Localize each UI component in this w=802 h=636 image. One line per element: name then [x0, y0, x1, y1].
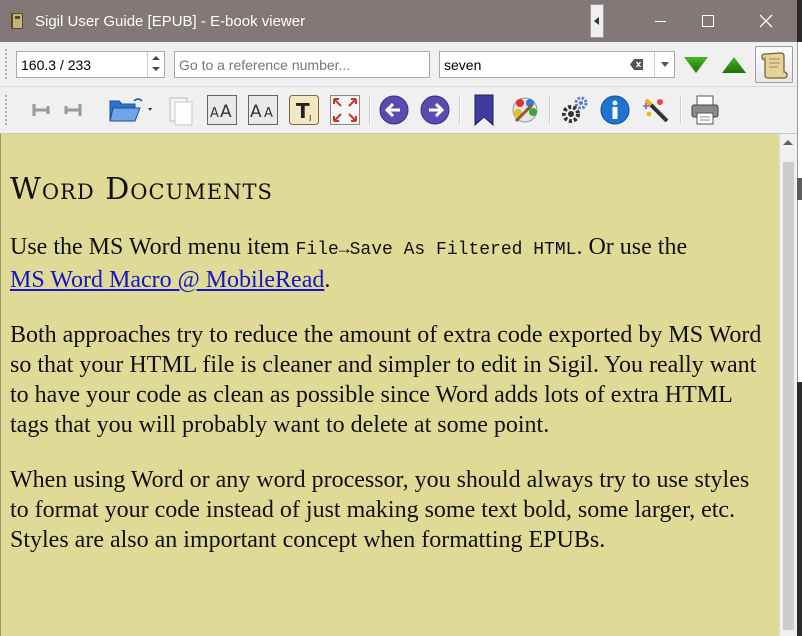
font-smaller-button[interactable]: A A [246, 92, 280, 128]
navigation-toolbar [0, 42, 797, 87]
toolbar-grip[interactable] [4, 94, 8, 126]
theme-icon [512, 97, 538, 123]
theme-button[interactable] [508, 92, 542, 128]
toolbar-separator [549, 96, 551, 124]
fullscreen-button[interactable] [328, 92, 362, 128]
previous-page-button[interactable] [377, 92, 411, 128]
position-spinbox[interactable] [16, 51, 165, 78]
preferences-button[interactable] [557, 92, 591, 128]
scrollbar-thumb[interactable] [783, 162, 794, 630]
spin-down-icon[interactable] [148, 64, 164, 76]
menu-path-code: File→Save As Filtered HTML [295, 240, 577, 260]
close-button[interactable] [743, 0, 789, 42]
print-button[interactable] [688, 92, 722, 128]
svg-text:I: I [309, 114, 311, 123]
paragraph-1: Use the MS Word menu item File→Save As F… [10, 232, 770, 295]
chevron-down-icon[interactable] [654, 52, 675, 77]
spin-up-icon[interactable] [148, 52, 164, 64]
title-bar: Sigil User Guide [EPUB] - E-book viewer [0, 0, 797, 42]
toolbar-grip[interactable] [4, 48, 8, 80]
next-page-button[interactable] [418, 92, 452, 128]
panel-collapse-icon[interactable] [590, 4, 604, 38]
bookmark-button[interactable] [467, 92, 501, 128]
background-window-scrollbar [797, 178, 802, 200]
back-icon [32, 104, 50, 116]
maximize-button[interactable] [685, 0, 731, 42]
minimize-button[interactable] [637, 0, 683, 42]
magic-button[interactable] [639, 92, 673, 128]
fullscreen-icon [330, 95, 360, 125]
text-icon: T I [289, 95, 319, 125]
svg-text:A: A [220, 102, 232, 122]
search-combobox[interactable] [439, 51, 675, 78]
maximize-icon [702, 15, 714, 27]
toolbar-separator [680, 96, 682, 124]
copy-button[interactable] [164, 92, 198, 128]
open-folder-icon [109, 98, 152, 122]
forward-button[interactable] [56, 92, 90, 128]
vertical-scrollbar[interactable] [779, 134, 797, 636]
info-button[interactable] [598, 92, 632, 128]
mobileread-link[interactable]: MS Word Macro @ MobileRead [10, 267, 324, 293]
font-smaller-icon: A A [248, 95, 278, 125]
section-heading: Word Documents [10, 172, 273, 207]
paragraph-1-end: . [324, 267, 331, 293]
app-book-icon [11, 13, 23, 29]
document-body: Word Documents Use the MS Word menu item… [10, 134, 770, 555]
print-icon [691, 95, 719, 125]
info-icon [600, 95, 630, 125]
position-input[interactable] [21, 52, 145, 77]
next-icon [420, 95, 450, 125]
spin-buttons[interactable] [147, 52, 164, 77]
search-input[interactable] [444, 52, 624, 77]
minimize-icon [654, 20, 666, 22]
svg-text:A: A [210, 106, 219, 121]
magic-icon [643, 98, 669, 123]
svg-text:T: T [296, 99, 310, 123]
preferences-icon [562, 96, 588, 123]
previous-icon [379, 95, 409, 125]
open-button[interactable] [106, 92, 156, 128]
clipped-previous-line [10, 134, 770, 136]
paragraph-2: Both approaches try to reduce the amount… [10, 322, 762, 438]
text-button[interactable]: T I [287, 92, 321, 128]
font-larger-icon: A A [207, 95, 237, 125]
document-view[interactable]: Word Documents Use the MS Word menu item… [0, 134, 780, 636]
back-button[interactable] [24, 92, 58, 128]
background-window-edge [797, 42, 802, 382]
toolbar-separator [459, 96, 461, 124]
forward-icon [64, 104, 82, 116]
copy-icon [169, 97, 193, 126]
main-toolbar: A A A A T I [0, 87, 797, 134]
find-previous-icon[interactable] [721, 55, 747, 75]
toolbar-separator [369, 96, 371, 124]
bookmark-icon [474, 94, 494, 127]
close-icon [759, 14, 773, 28]
reference-field[interactable] [174, 51, 430, 78]
font-larger-button[interactable]: A A [205, 92, 239, 128]
scroll-up-icon[interactable] [783, 140, 793, 145]
reference-mode-button[interactable] [755, 46, 793, 83]
svg-text:A: A [264, 106, 273, 121]
clear-icon[interactable] [630, 58, 644, 71]
svg-text:A: A [250, 102, 262, 122]
paragraph-1-text: Use the MS Word menu item [10, 234, 296, 260]
reference-input[interactable] [179, 52, 425, 77]
find-next-icon[interactable] [683, 55, 709, 75]
paragraph-3: When using Word or any word processor, y… [10, 467, 750, 553]
scroll-icon [761, 52, 788, 79]
window-title: Sigil User Guide [EPUB] - E-book viewer [35, 13, 306, 30]
paragraph-1-text-after: . Or use the [576, 234, 688, 260]
